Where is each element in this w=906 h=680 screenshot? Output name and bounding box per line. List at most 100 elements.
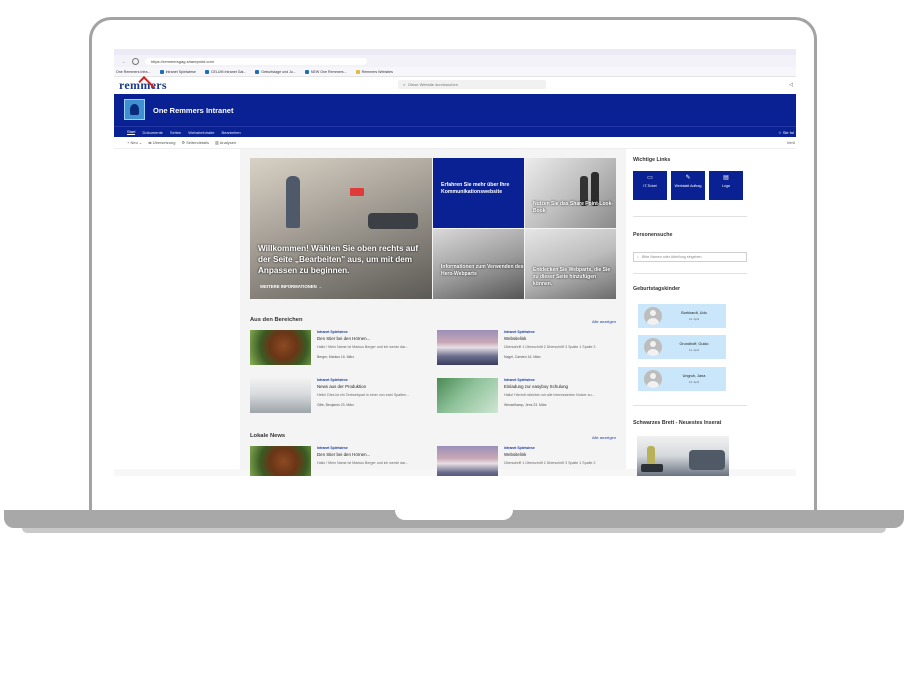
birthday-card[interactable]: Burkhardt, Udo 14. April [638, 304, 726, 328]
follow-button[interactable]: ☆ Sie fol [778, 130, 794, 135]
bookmark[interactable]: Remmers Websites [355, 69, 393, 74]
news-description: Überschrift 1 Überschrift 2 Überschrift … [504, 461, 596, 465]
news-item[interactable]: Intranet Spielwiese Einladung zur easybo… [437, 378, 619, 414]
news-thumbnail [437, 330, 498, 365]
bookmark[interactable]: CELUM Intranet Gal... [204, 69, 246, 74]
hero-tile-welcome[interactable]: Willkommen! Wählen Sie oben rechts auf d… [250, 158, 432, 299]
divider [633, 216, 747, 217]
command-bar: + Neu ⌄ ⇆ Übersetzung ⚙ Seitendetails ▥ … [114, 137, 796, 149]
news-info: Intranet Spielwiese Websitelink Überschr… [504, 446, 616, 465]
nav-site-contents[interactable]: Websiteinhalte [188, 130, 214, 135]
main-column: Willkommen! Wählen Sie oben rechts auf d… [240, 149, 626, 476]
show-all-link[interactable]: Alle anzeigen [592, 435, 616, 440]
laptop-base-shadow [22, 528, 886, 533]
news-author: Gille, Benjamin 23. März [317, 403, 354, 407]
search-placeholder: Diese Website durchsuchen [408, 82, 458, 87]
news-category: Intranet Spielwiese [317, 446, 348, 450]
news-title[interactable]: Einladung zur easyboy Schulung [504, 384, 616, 389]
nav-pages[interactable]: Seiten [170, 130, 181, 135]
news-info: Intranet Spielwiese Den Stier bei den Hö… [317, 330, 429, 359]
people-search-title: Personensuche [633, 232, 673, 238]
page-details-button[interactable]: ⚙ Seitendetails [181, 140, 209, 145]
quick-link-it-ticket[interactable]: ▭ IT-Ticket [633, 171, 667, 200]
search-icon: ⌕ [403, 82, 406, 87]
hero-tile-label: Erfahren Sie mehr über Ihre Kommunikatio… [441, 182, 510, 195]
site-nav: Start Dokumente Seiten Websiteinhalte Be… [114, 126, 796, 137]
bookmark[interactable]: One Remmers Infra... [116, 70, 151, 74]
screen: ← https://remmersgag.sharepoint.com One … [114, 49, 796, 476]
publish-button[interactable]: Verö [787, 140, 795, 145]
news-category: Intranet Spielwiese [504, 330, 535, 334]
back-icon[interactable]: ← [122, 59, 126, 64]
hero-welcome-text: Willkommen! Wählen Sie oben rechts auf d… [258, 244, 419, 275]
news-thumbnail [250, 378, 311, 413]
lamp-decoration [350, 188, 364, 196]
nav-documents[interactable]: Dokumente [142, 130, 162, 135]
news-category: Intranet Spielwiese [504, 378, 535, 382]
nav-start[interactable]: Start [127, 129, 136, 135]
translate-button[interactable]: ⇆ Übersetzung [148, 140, 175, 145]
news-title[interactable]: Websitelink [504, 452, 616, 457]
people-search-input[interactable]: ⌕ Bitte Namen oder Abteilung eingeben [633, 252, 747, 262]
site-header: One Remmers Intranet [114, 94, 796, 126]
bookmark-icon [255, 69, 260, 74]
news-category: Intranet Spielwiese [317, 330, 348, 334]
news-item[interactable]: Intranet Spielwiese Websitelink Überschr… [437, 446, 619, 476]
analytics-button[interactable]: ▥ Analysen [215, 140, 236, 145]
news-title[interactable]: News aus der Produktion [317, 384, 429, 389]
table-decoration [641, 464, 663, 472]
site-search[interactable]: ⌕ Diese Website durchsuchen [398, 80, 546, 89]
birthday-card[interactable]: Ungruh, Jana 14. April [638, 367, 726, 391]
quick-links-title: Wichtige Links [633, 157, 671, 163]
hero-tile-label: Informationen zum Verwenden des Hero-Web… [441, 264, 524, 277]
site-title[interactable]: One Remmers Intranet [153, 106, 233, 115]
news-title[interactable]: Den Stier bei den Hörnen... [317, 452, 429, 457]
news-title[interactable]: Den Stier bei den Hörnen... [317, 336, 429, 341]
news-title[interactable]: Websitelink [504, 336, 616, 341]
nav-edit[interactable]: Bearbeiten [221, 130, 240, 135]
sharepoint-suite-bar: remmers ⌕ Diese Website durchsuchen ◁ [114, 76, 796, 94]
address-bar[interactable]: https://remmersgag.sharepoint.com [145, 57, 367, 65]
sofa-decoration [689, 450, 725, 470]
show-all-link[interactable]: Alle anzeigen [592, 319, 616, 324]
birthday-card[interactable]: Grundhoff, Guido 14. April [638, 335, 726, 359]
news-description: Hello! Dies ist ein Textwebpart in einer… [317, 393, 410, 397]
divider [633, 405, 747, 406]
share-icon[interactable]: ◁ [789, 82, 793, 88]
avatar [644, 307, 662, 325]
bulletin-board-image[interactable] [637, 436, 729, 476]
news-author: Berger, Markus 16. März [317, 355, 355, 359]
hero-tile-lookbook[interactable]: Nutzen Sie das Share Point-Look-Book [525, 158, 616, 228]
news-item[interactable]: Intranet Spielwiese News aus der Produkt… [250, 378, 432, 414]
new-button[interactable]: + Neu ⌄ [127, 140, 142, 145]
birthday-date: 14. April [688, 348, 700, 352]
bookmark[interactable]: NEW One Remmers... [304, 69, 347, 74]
quick-link-loga[interactable]: ▤ Loga [709, 171, 743, 200]
avatar [644, 338, 662, 356]
news-item[interactable]: Intranet Spielwiese Den Stier bei den Hö… [250, 330, 432, 366]
news-info: Intranet Spielwiese News aus der Produkt… [317, 378, 429, 407]
news-description: Hallo ! Mein Name ist Markus Berger und … [317, 345, 409, 349]
laptop-notch [395, 510, 513, 520]
birthday-name: Grundhoff, Guido [679, 342, 709, 346]
birthday-name: Burkhardt, Udo [681, 311, 707, 315]
bookmark-icon [204, 69, 209, 74]
news-item[interactable]: Intranet Spielwiese Den Stier bei den Hö… [250, 446, 432, 476]
news-item[interactable]: Intranet Spielwiese Websitelink Überschr… [437, 330, 619, 366]
page-content: Willkommen! Wählen Sie oben rechts auf d… [114, 149, 796, 476]
bookmark[interactable]: Intranet Spielwiese [159, 69, 196, 74]
hero-more-link[interactable]: WEITERE INFORMATIONEN → [260, 284, 322, 289]
hero-tile-communication[interactable]: Erfahren Sie mehr über Ihre Kommunikatio… [433, 158, 524, 228]
news-description: Hallo! Hiermit möchten wir alle interess… [504, 393, 595, 397]
news-section-title: Aus den Bereichen [250, 317, 303, 323]
site-logo[interactable] [124, 99, 145, 120]
bookmark-icon [159, 69, 164, 74]
news-description: Hallo ! Mein Name ist Markus Berger und … [317, 461, 409, 465]
bookmark[interactable]: Geburtstage und Ju... [255, 69, 296, 74]
reload-icon[interactable] [132, 57, 139, 65]
hero-tile-webparts[interactable]: Entdecken Sie Webparts, die Sie zu diese… [525, 229, 616, 299]
search-icon: ⌕ [637, 255, 640, 259]
news-author: Nagel, Carsten 16. März [504, 355, 541, 359]
hero-tile-hero-webpart[interactable]: Informationen zum Verwenden des Hero-Web… [433, 229, 524, 299]
quick-link-werkstatt[interactable]: ✎ Werkstatt Auftrag [671, 171, 705, 200]
